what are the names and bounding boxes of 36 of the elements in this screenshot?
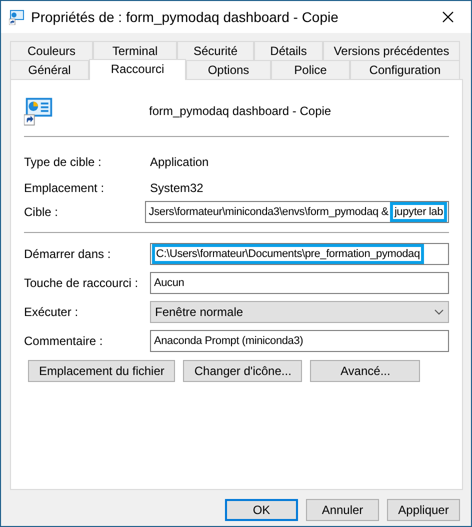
tab[interactable]: Versions précédentes: [323, 41, 460, 60]
field-label: Cible :: [24, 204, 60, 221]
panel-button[interactable]: Avancé...: [310, 360, 420, 382]
field-label: Touche de raccourci :: [24, 275, 140, 292]
dialog-button[interactable]: OK: [225, 499, 298, 521]
panel-button[interactable]: Emplacement du fichier: [28, 360, 176, 382]
close-icon: [442, 11, 454, 23]
tab[interactable]: Détails: [254, 41, 323, 60]
field-value: Application: [150, 154, 209, 171]
tab[interactable]: Options: [186, 60, 271, 79]
field-label: Type de cible :: [24, 154, 102, 171]
window-title: Propriétés de : form_pymodaq dashboard - Copie: [31, 8, 338, 27]
field-value: System32: [150, 180, 204, 197]
tab[interactable]: Sécurité: [177, 41, 254, 60]
input-field[interactable]: C:\Users\formateur\Documents\pre_formation_pymodaq: [150, 243, 449, 265]
field-label: Exécuter :: [24, 304, 80, 321]
dropdown[interactable]: Fenêtre normale: [150, 301, 449, 323]
input-field[interactable]: Anaconda Prompt (miniconda3): [150, 330, 449, 352]
input-field[interactable]: Jsers\formateur\miniconda3\envs\form_pymodaq & jupyter lab: [144, 201, 449, 223]
tab[interactable]: Général: [10, 60, 89, 79]
tab[interactable]: Raccourci: [89, 59, 186, 80]
shortcut-name: form_pymodaq dashboard - Copie: [149, 103, 332, 120]
tab[interactable]: Configuration: [350, 60, 460, 79]
tab[interactable]: Couleurs: [10, 41, 93, 60]
dialog-button[interactable]: Appliquer: [387, 499, 460, 521]
panel-button[interactable]: Changer d'icône...: [183, 360, 302, 382]
field-label: Emplacement :: [24, 180, 106, 197]
tab[interactable]: Terminal: [93, 41, 177, 60]
dialog-button[interactable]: Annuler: [306, 499, 379, 521]
input-field[interactable]: Aucun: [150, 272, 449, 294]
field-label: Commentaire :: [24, 333, 104, 350]
tab[interactable]: Police: [271, 60, 350, 79]
shortcut-app-icon: [24, 96, 54, 126]
chevron-down-icon: [434, 309, 444, 315]
window-icon: [9, 9, 25, 25]
field-label: Démarrer dans :: [24, 246, 112, 263]
